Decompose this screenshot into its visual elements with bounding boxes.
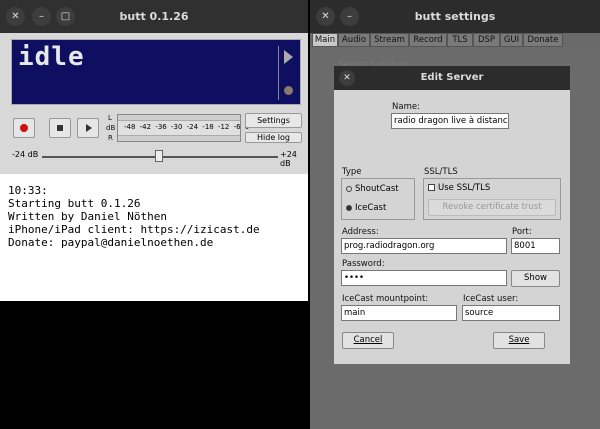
name-label: Name: xyxy=(392,102,420,112)
vu-left-bar xyxy=(118,115,240,121)
ssl-label: SSL/TLS xyxy=(424,167,458,177)
edit-server-dialog: Edit Server ✕ Name: radio dragon live à … xyxy=(334,66,570,364)
record-indicator-icon xyxy=(284,86,293,95)
close-icon[interactable]: ✕ xyxy=(316,7,335,26)
tab-main[interactable]: Main xyxy=(312,33,338,47)
play-button[interactable] xyxy=(77,118,99,138)
tab-stream[interactable]: Stream xyxy=(370,33,409,47)
tab-tls[interactable]: TLS xyxy=(447,33,473,47)
settings-titlebar: butt settings ✕ – xyxy=(310,0,600,33)
log-line: Donate: paypal@danielnoethen.de xyxy=(8,236,214,249)
type-groupbox: ShoutCast IceCast xyxy=(341,178,415,220)
ssl-groupbox: Use SSL/TLS Revoke certificate trust xyxy=(423,178,561,220)
stop-icon xyxy=(57,125,63,131)
tab-record[interactable]: Record xyxy=(409,33,447,47)
record-button[interactable] xyxy=(13,118,35,138)
vu-db-label: dB xyxy=(106,124,116,132)
show-password-button[interactable]: Show xyxy=(511,270,560,287)
password-field[interactable]: •••• xyxy=(341,270,507,286)
icecast-user-field[interactable]: source xyxy=(462,305,560,321)
record-icon xyxy=(20,124,28,132)
vu-right-label: R xyxy=(108,134,113,142)
maximize-icon[interactable]: □ xyxy=(56,7,75,26)
icecast-user-label: IceCast user: xyxy=(463,294,519,304)
minimize-icon[interactable]: – xyxy=(32,7,51,26)
edit-dialog-titlebar: Edit Server ✕ xyxy=(334,66,570,90)
password-label: Password: xyxy=(342,259,385,269)
vu-meter: -48 -42 -36 -30 -24 -18 -12 -6 0 xyxy=(117,114,250,142)
stop-button[interactable] xyxy=(49,118,71,138)
hide-log-button[interactable]: Hide log xyxy=(245,132,302,143)
vu-right-bar xyxy=(118,135,240,141)
radio-icecast[interactable]: IceCast xyxy=(346,203,386,213)
radio-icon xyxy=(346,186,352,192)
tab-donate[interactable]: Donate xyxy=(523,33,563,47)
radio-selected-icon xyxy=(346,205,352,211)
play-icon xyxy=(86,124,92,132)
mountpoint-field[interactable]: main xyxy=(341,305,457,321)
close-icon[interactable]: ✕ xyxy=(339,70,355,86)
radio-shoutcast[interactable]: ShoutCast xyxy=(346,184,399,194)
tab-dsp[interactable]: DSP xyxy=(473,33,500,47)
log-line: Written by Daniel Nöthen xyxy=(8,210,167,223)
checkbox-icon xyxy=(428,184,435,191)
save-button[interactable]: Save xyxy=(493,332,545,349)
main-titlebar: butt 0.1.26 ✕ – □ xyxy=(0,0,308,33)
tab-gui[interactable]: GUI xyxy=(500,33,523,47)
log-line: 10:33: xyxy=(8,184,48,197)
revoke-certificate-button[interactable]: Revoke certificate trust xyxy=(428,199,556,216)
use-ssl-checkbox[interactable]: Use SSL/TLS xyxy=(428,183,490,193)
address-field[interactable]: prog.radiodragon.org xyxy=(341,238,507,254)
play-arrow-icon[interactable] xyxy=(284,50,293,64)
edit-dialog-title: Edit Server xyxy=(420,72,484,83)
cancel-button[interactable]: Cancel xyxy=(342,332,394,349)
vu-left-label: L xyxy=(108,114,112,122)
type-label: Type xyxy=(342,167,362,177)
mountpoint-label: IceCast mountpoint: xyxy=(342,294,429,304)
close-icon[interactable]: ✕ xyxy=(6,7,25,26)
minimize-icon[interactable]: – xyxy=(340,7,359,26)
log-line: iPhone/iPad client: https://izicast.de xyxy=(8,223,260,236)
gain-max-label: +24 dB xyxy=(280,150,297,168)
port-field[interactable]: 8001 xyxy=(511,238,560,254)
log-line: Starting butt 0.1.26 xyxy=(8,197,141,210)
log-area[interactable]: 10:33: Starting butt 0.1.26 Written by D… xyxy=(0,174,308,301)
address-label: Address: xyxy=(342,227,379,237)
vu-scale: -48 -42 -36 -30 -24 -18 -12 -6 0 xyxy=(124,123,250,131)
display-divider xyxy=(278,46,279,100)
gain-slider-thumb[interactable] xyxy=(155,150,163,162)
main-window: butt 0.1.26 ✕ – □ idle L dB R -48 -42 -3… xyxy=(0,0,308,301)
tab-audio[interactable]: Audio xyxy=(338,33,370,47)
name-field[interactable]: radio dragon live à distance xyxy=(391,113,509,129)
port-label: Port: xyxy=(512,227,532,237)
gain-min-label: -24 dB xyxy=(12,150,39,159)
settings-button[interactable]: Settings xyxy=(245,113,302,128)
status-text: idle xyxy=(18,42,85,72)
status-display[interactable]: idle xyxy=(11,39,301,105)
